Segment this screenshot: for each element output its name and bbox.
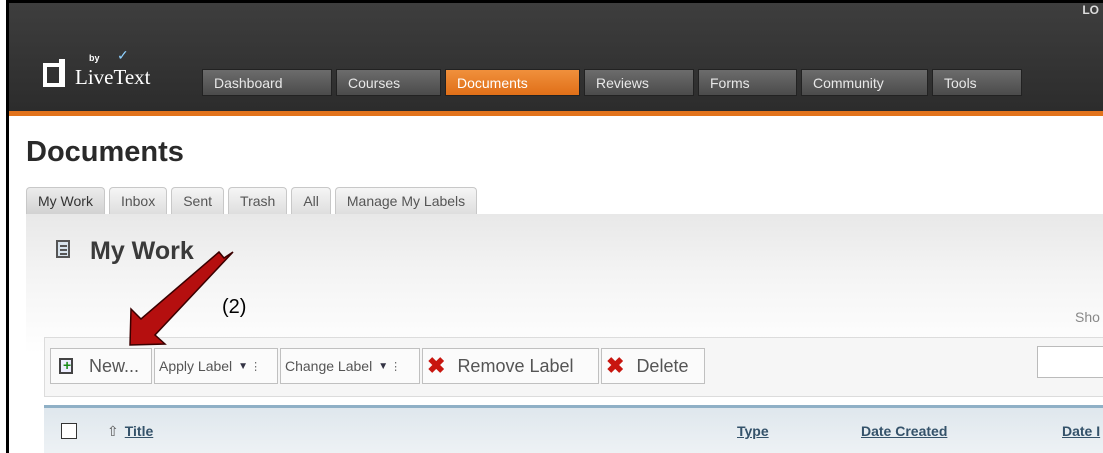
change-label-text: Change Label [285, 358, 373, 374]
remove-x-icon: ✖ [427, 353, 446, 378]
tab-trash[interactable]: Trash [228, 187, 288, 214]
nav-tools[interactable]: Tools [932, 69, 1022, 96]
livetext-logo[interactable]: by ✓ LiveText [43, 48, 163, 91]
column-title[interactable]: ⇧ Title [107, 423, 153, 440]
sort-up-icon: ⇧ [107, 423, 119, 439]
documents-icon [56, 240, 70, 258]
logo-text: LiveText [75, 65, 151, 89]
nav-documents[interactable]: Documents [445, 69, 580, 96]
document-tabs: My Work Inbox Sent Trash All Manage My L… [26, 187, 481, 214]
tab-sent[interactable]: Sent [171, 187, 225, 214]
nav-community[interactable]: Community [801, 69, 928, 96]
logo-by: by [89, 53, 100, 63]
apply-label-dropdown[interactable]: Apply Label ▼ ⋮ [154, 348, 278, 384]
nav-dashboard[interactable]: Dashboard [202, 69, 332, 96]
delete-text: Delete [636, 355, 689, 376]
tab-inbox[interactable]: Inbox [108, 187, 168, 214]
column-date-created[interactable]: Date Created [861, 423, 947, 439]
apply-label-text: Apply Label [159, 358, 233, 374]
remove-label-text: Remove Label [457, 355, 574, 376]
column-date-modified[interactable]: Date I [1062, 423, 1100, 439]
remove-label-button[interactable]: ✖ Remove Label [422, 348, 599, 384]
tab-manage-my-labels[interactable]: Manage My Labels [334, 187, 478, 214]
tab-all[interactable]: All [291, 187, 331, 214]
new-button-label: New... [89, 355, 140, 376]
grip-icon: ⋮ [250, 360, 262, 373]
new-document-icon [59, 357, 73, 374]
browser-frame: LO by ✓ LiveText Dashboard Courses Docum… [6, 0, 1103, 453]
page-title: Documents [26, 136, 184, 168]
header-accent-stripe [9, 111, 1103, 116]
new-button[interactable]: New... [50, 348, 152, 384]
delete-x-icon: ✖ [606, 353, 625, 378]
change-label-dropdown[interactable]: Change Label ▼ ⋮ [280, 348, 420, 384]
top-right-link[interactable]: LO [1082, 3, 1099, 17]
section-title: My Work [90, 237, 194, 265]
nav-reviews[interactable]: Reviews [584, 69, 694, 96]
logo-one [59, 59, 65, 87]
tab-my-work[interactable]: My Work [26, 187, 105, 214]
logo-check-icon: ✓ [117, 47, 129, 63]
app-header: LO by ✓ LiveText Dashboard Courses Docum… [9, 3, 1103, 111]
show-label: Sho [1075, 309, 1100, 325]
main-nav: Dashboard Courses Documents Reviews Form… [202, 69, 1022, 96]
delete-button[interactable]: ✖ Delete [601, 348, 705, 384]
select-all-checkbox[interactable] [61, 423, 77, 439]
chevron-down-icon: ▼ [238, 360, 249, 372]
step-label: (2) [222, 296, 247, 318]
nav-forms[interactable]: Forms [698, 69, 797, 96]
chevron-down-icon: ▼ [378, 360, 389, 372]
nav-courses[interactable]: Courses [336, 69, 441, 96]
column-title-label: Title [124, 423, 154, 439]
search-input[interactable] [1037, 346, 1103, 378]
grip-icon: ⋮ [390, 360, 402, 373]
column-type[interactable]: Type [737, 423, 769, 439]
